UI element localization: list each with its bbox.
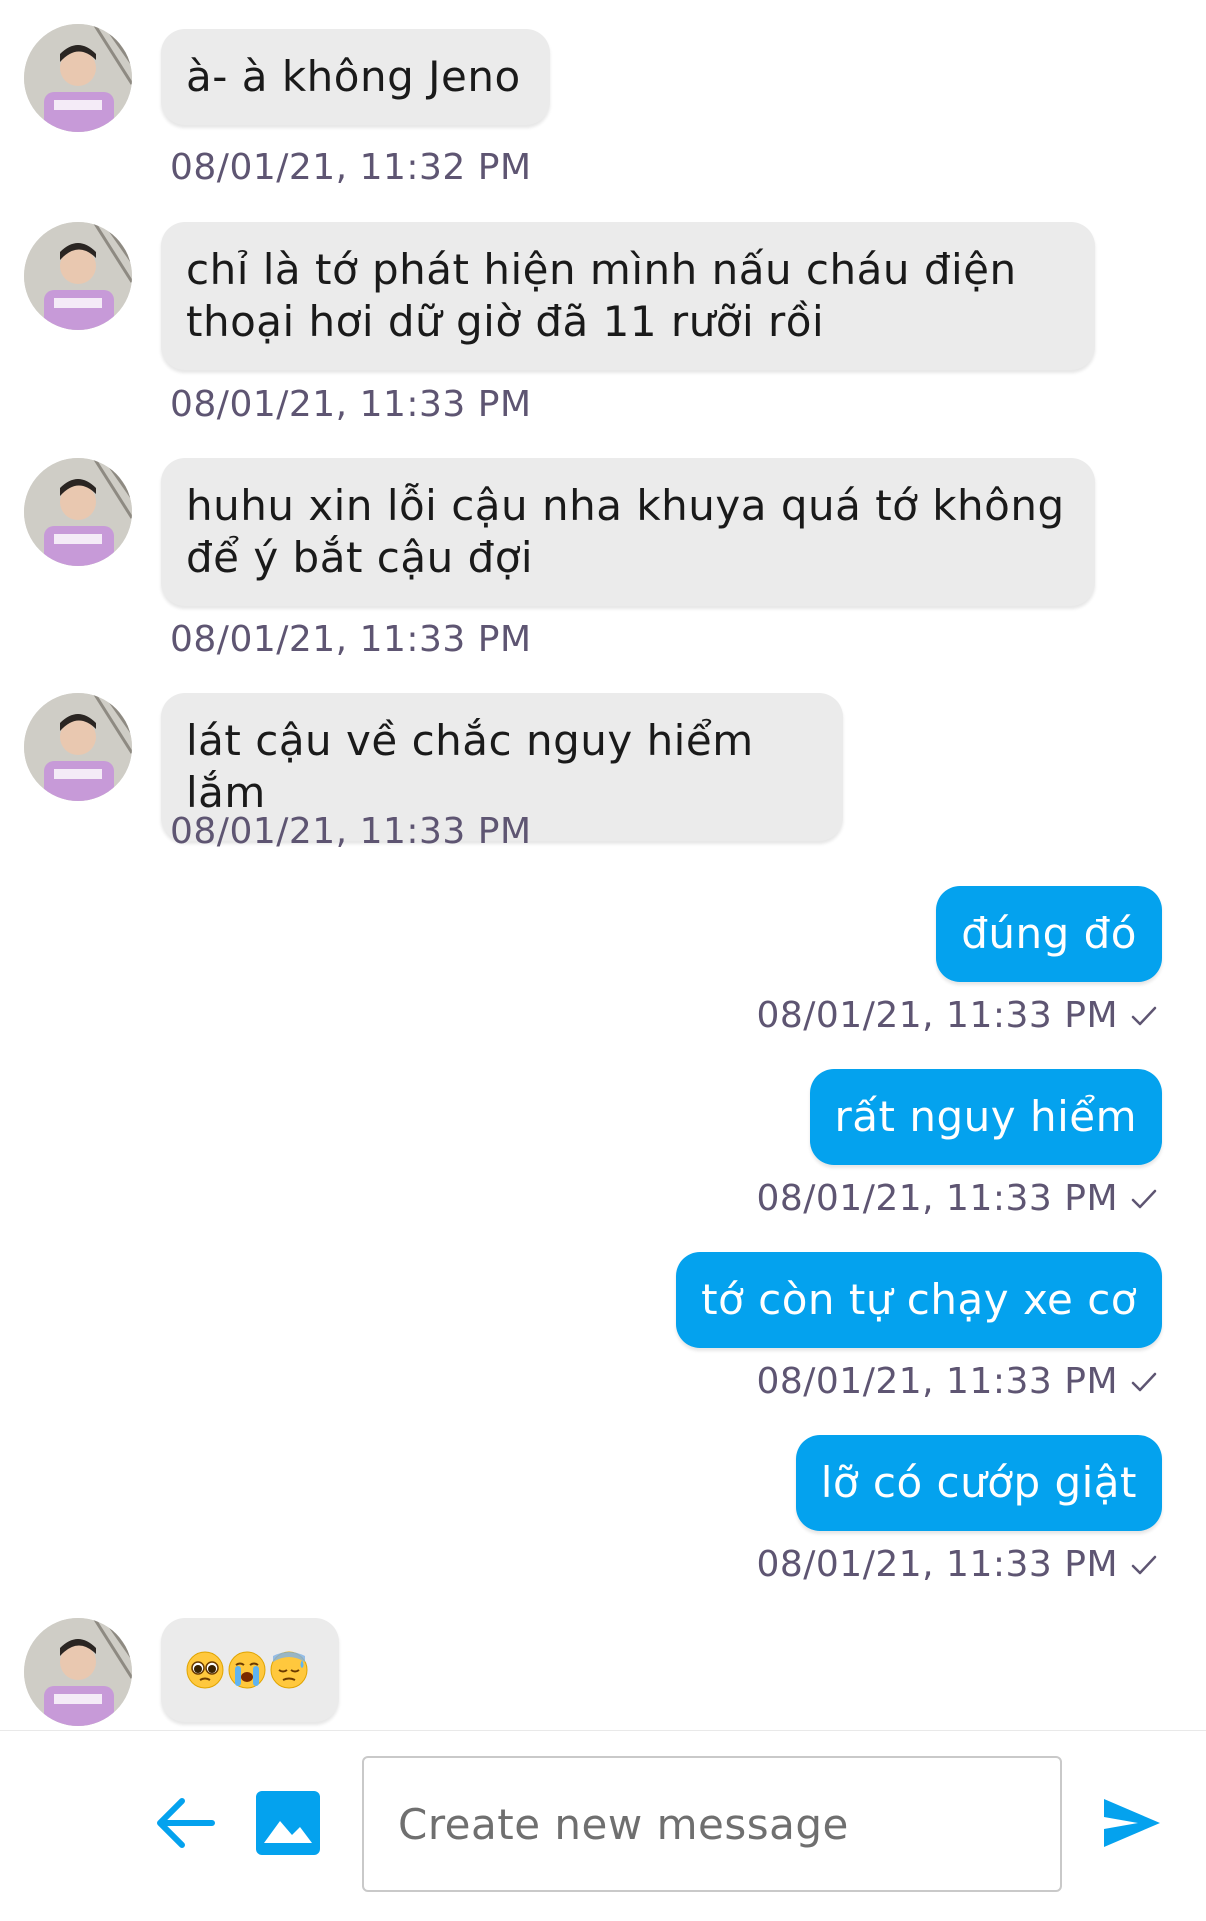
check-icon xyxy=(1131,1555,1157,1575)
add-image-button[interactable] xyxy=(254,1789,322,1857)
image-icon xyxy=(256,1791,320,1855)
message-timestamp: 08/01/21, 11:33 PM xyxy=(170,811,532,852)
message-status: 08/01/21, 11:33 PM xyxy=(756,1362,1158,1402)
avatar[interactable] xyxy=(24,693,132,801)
message-bubble: chỉ là tớ phát hiện mình nấu cháu điện t… xyxy=(161,222,1095,370)
message-timestamp: 08/01/21, 11:33 PM xyxy=(170,619,532,660)
send-icon xyxy=(1104,1799,1160,1847)
message-text: rất nguy hiểm xyxy=(834,1092,1137,1141)
message-bubble xyxy=(161,1618,339,1722)
message-text: lỡ có cướp giật xyxy=(820,1458,1137,1507)
pleading-face-icon xyxy=(186,1651,224,1689)
downcast-face-with-sweat-icon xyxy=(270,1651,308,1689)
message-timestamp: 08/01/21, 11:33 PM xyxy=(756,1361,1118,1402)
message-text: huhu xin lỗi cậu nha khuya quá tớ không … xyxy=(186,481,1065,582)
arrow-left-icon xyxy=(157,1798,215,1848)
message-status: 08/01/21, 11:33 PM xyxy=(756,1179,1158,1219)
message-bubble: huhu xin lỗi cậu nha khuya quá tớ không … xyxy=(161,458,1095,606)
avatar[interactable] xyxy=(24,458,132,566)
message-status: 08/01/21, 11:33 PM xyxy=(756,1545,1158,1585)
message-text: chỉ là tớ phát hiện mình nấu cháu điện t… xyxy=(186,245,1017,346)
message-bubble: à- à không Jeno xyxy=(161,29,550,125)
message-timestamp: 08/01/21, 11:33 PM xyxy=(756,995,1118,1036)
message-timestamp: 08/01/21, 11:32 PM xyxy=(170,147,532,188)
compose-bar xyxy=(0,1730,1206,1921)
avatar[interactable] xyxy=(24,24,132,132)
message-text: đúng đó xyxy=(961,909,1137,958)
message-input[interactable] xyxy=(362,1756,1062,1892)
message-thread[interactable]: à- à không Jeno 08/01/21, 11:32 PM chỉ l… xyxy=(0,0,1206,1730)
back-button[interactable] xyxy=(154,1793,218,1853)
message-text: lát cậu về chắc nguy hiểm lắm xyxy=(186,716,754,817)
message-timestamp: 08/01/21, 11:33 PM xyxy=(170,384,532,425)
loudly-crying-face-icon xyxy=(228,1651,266,1689)
avatar[interactable] xyxy=(24,1618,132,1726)
check-icon xyxy=(1131,1189,1157,1209)
check-icon xyxy=(1131,1006,1157,1026)
message-bubble: tớ còn tự chạy xe cơ xyxy=(676,1252,1162,1348)
check-icon xyxy=(1131,1372,1157,1392)
message-text: à- à không Jeno xyxy=(186,52,521,101)
message-bubble: rất nguy hiểm xyxy=(809,1069,1162,1165)
send-button[interactable] xyxy=(1100,1793,1164,1853)
message-timestamp: 08/01/21, 11:33 PM xyxy=(756,1544,1118,1585)
message-timestamp: 08/01/21, 11:33 PM xyxy=(756,1178,1118,1219)
message-text: tớ còn tự chạy xe cơ xyxy=(701,1275,1137,1324)
message-bubble: lỡ có cướp giật xyxy=(795,1435,1162,1531)
emoji-row xyxy=(185,1644,315,1696)
avatar[interactable] xyxy=(24,222,132,330)
message-status: 08/01/21, 11:33 PM xyxy=(756,996,1158,1036)
message-bubble: đúng đó xyxy=(936,886,1162,982)
